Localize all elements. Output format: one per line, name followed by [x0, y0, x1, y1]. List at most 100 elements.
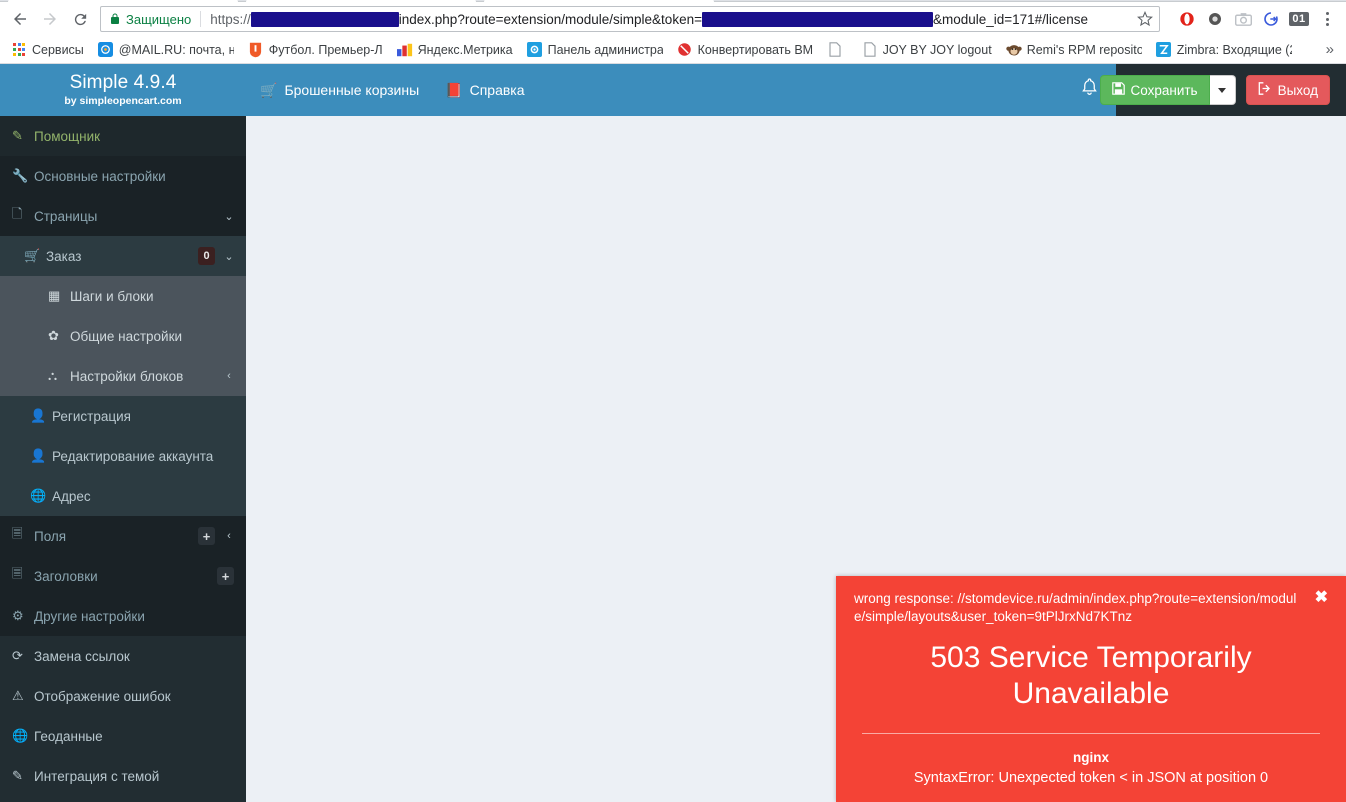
- bookmark-football[interactable]: Футбол. Премьер-Л: [241, 39, 390, 61]
- chevron-left-icon[interactable]: ‹: [224, 370, 234, 382]
- address-bar[interactable]: Защищено https:// index.php?route=extensi…: [100, 6, 1160, 32]
- gear-blue-icon: [527, 42, 543, 58]
- metrika-icon: [396, 42, 413, 58]
- sidebar-item-label: Замена ссылок: [34, 648, 130, 664]
- file-text-icon: 🗏: [12, 526, 23, 541]
- browser-tab[interactable]: [484, 0, 714, 3]
- bookmark-convert-bmp[interactable]: Конвертировать BM: [670, 39, 820, 61]
- sidebar-item-zamena-ssylok[interactable]: ⟳ Замена ссылок: [0, 636, 246, 676]
- globe-icon: 🌐: [30, 488, 47, 503]
- bookmark-label: Remi's RPM repositor: [1026, 42, 1142, 57]
- user-plus-icon: 👤: [30, 408, 47, 423]
- bookmarks-overflow-button[interactable]: »: [1318, 41, 1342, 58]
- sidebar-item-zagolovki[interactable]: 🗏 Заголовки +: [0, 556, 246, 596]
- content-area: wrong response: //stomdevice.ru/admin/in…: [246, 116, 1346, 802]
- browser-tab[interactable]: [246, 0, 476, 3]
- browser-tab[interactable]: [8, 0, 238, 3]
- back-button[interactable]: [6, 5, 34, 33]
- page-icon: [827, 42, 843, 58]
- sidebar-item-controls: ⌄: [224, 210, 234, 223]
- sidebar-item-label: Другие настройки: [34, 608, 145, 624]
- sidebar-item-geodannye[interactable]: 🌐 Геоданные: [0, 716, 246, 756]
- opera-shield-icon[interactable]: [1174, 6, 1200, 32]
- save-button[interactable]: Сохранить: [1099, 75, 1210, 105]
- exit-button-label: Выход: [1277, 82, 1318, 98]
- red-circle-icon: [677, 42, 693, 58]
- browser-chrome: Защищено https:// index.php?route=extensi…: [0, 0, 1346, 64]
- close-icon[interactable]: ✖: [1311, 590, 1328, 606]
- bookmark-metrika[interactable]: Яндекс.Метрика: [390, 39, 520, 61]
- bookmark-star-icon[interactable]: [1137, 11, 1153, 27]
- bookmark-blank-1[interactable]: [820, 39, 855, 61]
- sidebar-item-registratsiya[interactable]: 👤 Регистрация: [0, 396, 246, 436]
- forward-button[interactable]: [36, 5, 64, 33]
- tab-strip[interactable]: [0, 0, 1346, 3]
- bookmark-mailru[interactable]: @MAIL.RU: почта, нс: [91, 39, 241, 61]
- sidebar-item-shagi-i-bloki[interactable]: ▦ Шаги и блоки: [0, 276, 246, 316]
- monkey-icon: [1006, 42, 1022, 58]
- sidebar-item-zakaz[interactable]: 🛒 Заказ 0 ⌄: [0, 236, 246, 276]
- apps-grid-icon: [11, 42, 27, 58]
- sidebar-item-integratsiya-s-temoy[interactable]: ✎ Интеграция с темой: [0, 756, 246, 796]
- user-icon: 👤: [30, 448, 47, 463]
- add-badge[interactable]: +: [198, 527, 215, 545]
- redacted-host: [250, 11, 399, 27]
- sidebar-item-osnovnye-nastroyki[interactable]: 🔧 Основные настройки: [0, 156, 246, 196]
- secure-label: Защищено: [126, 11, 192, 27]
- sidebar-item-otobrazhenie-oshibok[interactable]: ⚠ Отображение ошибок: [0, 676, 246, 716]
- bookmark-label: Панель администрат: [547, 42, 663, 57]
- topnav-help[interactable]: 📕 Справка: [445, 82, 524, 99]
- sidebar-item-stranitsy[interactable]: 🗋 Страницы ⌄: [0, 196, 246, 236]
- save-button-group: Сохранить: [1099, 75, 1236, 105]
- chevron-down-icon[interactable]: ⌄: [224, 210, 234, 223]
- sidebar-item-label: Геоданные: [34, 728, 103, 744]
- counter-badge-icon[interactable]: 01: [1286, 6, 1312, 32]
- chevron-left-icon[interactable]: ‹: [224, 530, 234, 542]
- bookmark-admin-panel[interactable]: Панель администрат: [520, 39, 670, 61]
- magic-wand-icon: ✎: [12, 768, 23, 783]
- sidebar-item-label: Помощник: [34, 128, 101, 144]
- add-badge[interactable]: +: [217, 567, 234, 585]
- mailru-icon: [98, 42, 114, 58]
- cart-icon: 🛒: [24, 248, 41, 263]
- sidebar-item-controls: ‹: [224, 370, 234, 382]
- sidebar-item-drugie-nastroyki[interactable]: ⚙ Другие настройки: [0, 596, 246, 636]
- sidebar-item-label: Редактирование аккаунта: [52, 448, 214, 464]
- bookmark-label: Конвертировать BM: [697, 42, 813, 57]
- chevron-down-icon: [1218, 87, 1227, 93]
- sidebar-item-redaktirovanie-akkaunta[interactable]: 👤 Редактирование аккаунта: [0, 436, 246, 476]
- sidebar-item-polya[interactable]: 🗏 Поля + ‹: [0, 516, 246, 556]
- page-icon: [862, 42, 878, 58]
- sidebar-item-pomoshchnik[interactable]: ✎ Помощник: [0, 116, 246, 156]
- sidebar-item-nastroyki-blokov[interactable]: ⛬ Настройки блоков ‹: [0, 356, 246, 396]
- sidebar: Simple 4.9.4 by simpleopencart.com ✎ Пом…: [0, 64, 246, 802]
- globe-icon: 🌐: [12, 728, 29, 743]
- warning-icon: ⚠: [12, 688, 24, 703]
- browser-menu-button[interactable]: [1314, 6, 1340, 32]
- sidebar-item-label: Интеграция с темой: [34, 768, 160, 784]
- topnav-abandoned-carts[interactable]: 🛒 Брошенные корзины: [260, 82, 419, 99]
- blocks-icon: ▦: [48, 288, 61, 303]
- camera-icon[interactable]: [1230, 6, 1256, 32]
- bookmark-remi-rpm[interactable]: Remi's RPM repositor: [999, 39, 1149, 61]
- book-icon: 📕: [445, 81, 463, 98]
- reload-button[interactable]: [66, 5, 94, 33]
- wrench-icon: 🔧: [12, 168, 29, 183]
- refresh-icon: ⟳: [12, 648, 23, 663]
- chevron-down-icon[interactable]: ⌄: [224, 250, 234, 263]
- bookmark-zimbra[interactable]: Zimbra: Входящие (2: [1149, 39, 1299, 61]
- zimbra-icon: [1156, 42, 1172, 58]
- sidebar-item-obshchie-nastroyki[interactable]: ✿ Общие настройки: [0, 316, 246, 356]
- blue-arrow-circle-icon[interactable]: [1258, 6, 1284, 32]
- sidebar-item-controls: + ‹: [198, 527, 234, 545]
- bookmark-joy-logout[interactable]: JOY BY JOY logout: [855, 39, 999, 61]
- bell-icon: [1081, 78, 1098, 102]
- save-dropdown-button[interactable]: [1209, 75, 1236, 105]
- dark-gear-icon[interactable]: [1202, 6, 1228, 32]
- sidebar-item-adres[interactable]: 🌐 Адрес: [0, 476, 246, 516]
- brand-subtitle: by simpleopencart.com: [64, 94, 182, 107]
- bookmark-apps[interactable]: Сервисы: [4, 39, 91, 61]
- bookmark-label: Футбол. Премьер-Л: [268, 42, 383, 57]
- bookmark-label: JOY BY JOY logout: [882, 42, 992, 57]
- exit-button[interactable]: Выход: [1245, 75, 1330, 105]
